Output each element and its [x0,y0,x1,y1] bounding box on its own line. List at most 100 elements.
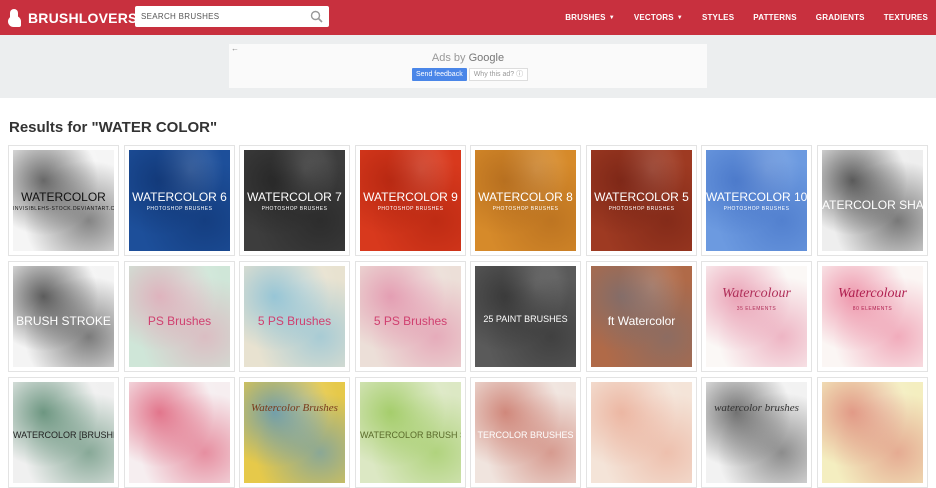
main-nav: BRUSHES ▼ VECTORS ▼ STYLES PATTERNS GRADIE… [546,0,928,35]
ads-by-google: Ads by Google [431,52,505,64]
thumbnail-image: WATERCOLOR 7 PHOTOSHOP BRUSHES [244,150,345,251]
thumbnail-subcaption: 35 ELEMENTS [736,306,777,312]
thumbnail-subcaption: PHOTOSHOP BRUSHES [723,206,790,212]
thumbnail-subcaption: PHOTOSHOP BRUSHES [377,206,444,212]
top-navbar: BRUSHLOVERS BRUSHES▼ VECTORS▼ STYLES PAT… [0,0,936,35]
brush-thumbnail[interactable]: WATERCOLOR INVISIBLEHS-STOCK.DEVIANTART.C… [8,145,119,256]
thumbnail-caption: Watercolor Brushes [251,402,338,414]
thumbnail-image: Watercolour 80 ELEMENTS [822,266,923,367]
nav-styles[interactable]: STYLES [702,13,734,22]
thumbnail-caption: WATERCOLOR 9 [363,190,458,204]
brush-thumbnail[interactable]: Watercolour 80 ELEMENTS [817,261,928,372]
thumbnail-caption: WATERCOLOR 6 [132,190,227,204]
thumbnail-caption: ATERCOLOR SHA [822,198,923,212]
logo-text: BRUSHLOVERS [28,10,138,26]
thumbnail-image: Watercolour 35 ELEMENTS [706,266,807,367]
brush-thumbnail[interactable]: WATERCOLOR BRUSH SE [355,377,466,488]
thumbnail-image: WATERCOLOR INVISIBLEHS-STOCK.DEVIANTART.C… [13,150,114,251]
thumbnail-caption: WATERCOLOR 7 [247,190,342,204]
thumbnail-caption: PS Brushes [147,314,212,328]
thumbnail-subcaption: INVISIBLEHS-STOCK.DEVIANTART.COM [13,206,114,212]
brush-thumbnail[interactable]: WATERCOLOR 6 PHOTOSHOP BRUSHES [124,145,235,256]
brush-thumbnail[interactable]: WATERCOLOR 5 PHOTOSHOP BRUSHES [586,145,697,256]
brush-thumbnail[interactable]: 25 PAINT BRUSHES [470,261,581,372]
send-feedback-button[interactable]: Send feedback [412,68,467,81]
thumbnail-image: ft Watercolor [591,266,692,367]
thumbnail-caption: WATERCOLOR BRUSH SE [360,430,461,440]
brush-thumbnail[interactable]: Watercolour 35 ELEMENTS [701,261,812,372]
ad-container: ← Ads by Google Send feedback Why this a… [229,44,707,88]
thumbnail-image: watercolor brushes [706,382,807,483]
brush-thumbnail[interactable]: TERCOLOR BRUSHES [470,377,581,488]
thumbnail-image: WATERCOLOR 5 PHOTOSHOP BRUSHES [591,150,692,251]
thumbnail-caption: WATERCOLOR [21,190,106,204]
search-input[interactable] [135,6,295,27]
thumbnail-caption: BRUSH STROKE [16,314,111,328]
brush-thumbnail[interactable]: 5 PS Brushes [239,261,350,372]
thumbnail-image [129,382,230,483]
brush-logo-icon [8,9,24,27]
thumbnail-caption: watercolor brushes [714,402,799,414]
thumbnail-image: WATERCOLOR 10 PHOTOSHOP BRUSHES [706,150,807,251]
nav-gradients[interactable]: GRADIENTS [816,13,865,22]
brush-thumbnail[interactable] [586,377,697,488]
thumbnail-caption: WATERCOLOR 8 [478,190,573,204]
brushlovers-logo[interactable]: BRUSHLOVERS [8,8,138,28]
thumbnail-subcaption: 80 ELEMENTS [852,306,893,312]
caret-down-icon: ▼ [608,14,615,21]
thumbnail-image: 25 PAINT BRUSHES [475,266,576,367]
thumbnail-caption: TERCOLOR BRUSHES [477,430,574,440]
thumbnail-caption: WATERCOLOR 5 [594,190,689,204]
brush-thumbnail[interactable]: WATERCOLOR [BRUSHES] [8,377,119,488]
thumbnail-image: WATERCOLOR 6 PHOTOSHOP BRUSHES [129,150,230,251]
thumbnail-subcaption: PHOTOSHOP BRUSHES [261,206,328,212]
thumbnail-image: WATERCOLOR 8 PHOTOSHOP BRUSHES [475,150,576,251]
thumbnail-image: 5 PS Brushes [244,266,345,367]
nav-patterns[interactable]: PATTERNS [753,13,797,22]
thumbnail-caption: Watercolour [838,286,907,301]
thumbnail-image [822,382,923,483]
brush-thumbnail[interactable]: ATERCOLOR SHA [817,145,928,256]
thumbnail-caption: WATERCOLOR 10 [706,190,807,204]
caret-down-icon: ▼ [676,14,683,21]
brush-thumbnail[interactable]: WATERCOLOR 10 PHOTOSHOP BRUSHES [701,145,812,256]
brush-thumbnail[interactable]: ft Watercolor [586,261,697,372]
brush-thumbnail[interactable] [124,377,235,488]
brush-thumbnail[interactable] [817,377,928,488]
thumbnail-caption: ft Watercolor [607,314,676,328]
thumbnail-image: BRUSH STROKE [13,266,114,367]
search-icon[interactable] [310,10,323,23]
thumbnail-caption: 5 PS Brushes [373,314,448,328]
brush-thumbnail[interactable]: watercolor brushes [701,377,812,488]
brush-thumbnail[interactable]: WATERCOLOR 9 PHOTOSHOP BRUSHES [355,145,466,256]
thumbnail-caption: 5 PS Brushes [257,314,332,328]
thumbnail-image [591,382,692,483]
brush-thumbnail[interactable]: PS Brushes [124,261,235,372]
nav-brushes[interactable]: BRUSHES ▼ [565,13,615,22]
thumbnail-image: WATERCOLOR BRUSH SE [360,382,461,483]
thumbnail-image: 5 PS Brushes [360,266,461,367]
thumbnail-image: Watercolor Brushes [244,382,345,483]
why-this-ad-button[interactable]: Why this ad? ⓘ [468,68,529,81]
thumbnail-subcaption: PHOTOSHOP BRUSHES [608,206,675,212]
brush-thumbnail[interactable]: WATERCOLOR 7 PHOTOSHOP BRUSHES [239,145,350,256]
thumbnail-caption: 25 PAINT BRUSHES [483,314,568,324]
brush-thumbnail[interactable]: 5 PS Brushes [355,261,466,372]
nav-textures[interactable]: TEXTURES [884,13,928,22]
thumbnail-image: TERCOLOR BRUSHES [475,382,576,483]
thumbnail-caption: WATERCOLOR [BRUSHES] [13,430,114,440]
ad-band: ← Ads by Google Send feedback Why this a… [0,35,936,98]
thumbnail-caption: Watercolour [722,286,791,301]
nav-vectors[interactable]: VECTORS ▼ [634,13,683,22]
search-box [135,6,329,27]
thumbnail-subcaption: PHOTOSHOP BRUSHES [492,206,559,212]
results-title: Results for "WATER COLOR" [9,119,218,136]
brush-thumbnail[interactable]: WATERCOLOR 8 PHOTOSHOP BRUSHES [470,145,581,256]
thumbnail-image: ATERCOLOR SHA [822,150,923,251]
thumbnail-image: PS Brushes [129,266,230,367]
brush-thumbnail[interactable]: BRUSH STROKE [8,261,119,372]
thumbnail-image: WATERCOLOR [BRUSHES] [13,382,114,483]
brush-thumbnail[interactable]: Watercolor Brushes [239,377,350,488]
thumbnail-subcaption: PHOTOSHOP BRUSHES [146,206,213,212]
thumbnail-image: WATERCOLOR 9 PHOTOSHOP BRUSHES [360,150,461,251]
